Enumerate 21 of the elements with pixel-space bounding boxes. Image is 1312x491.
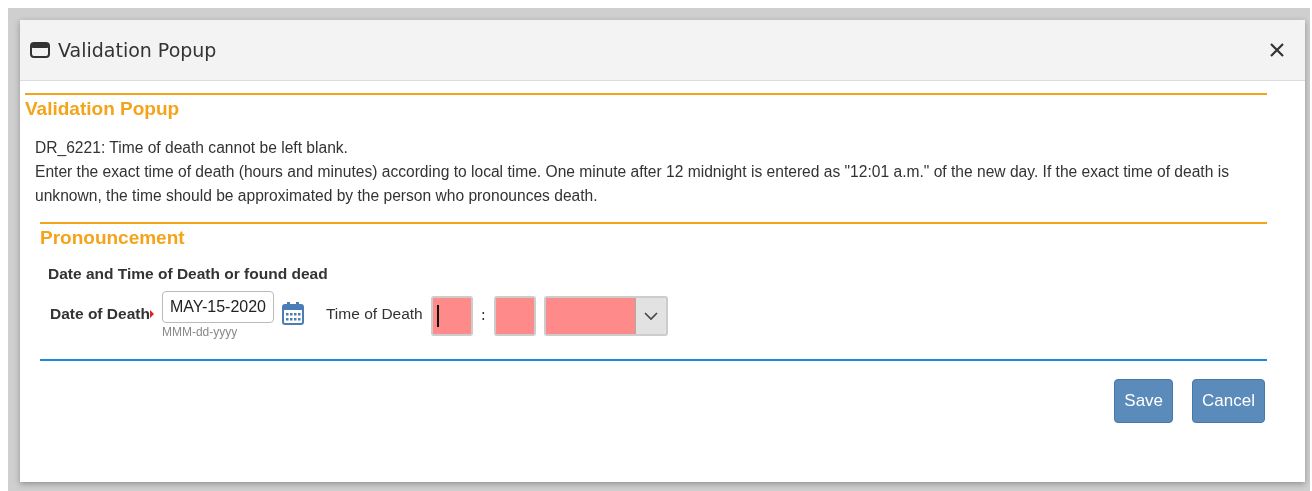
text-cursor — [436, 305, 439, 327]
dropdown-field[interactable] — [543, 296, 668, 336]
time-separator: : — [480, 306, 486, 324]
chevron-down-icon — [643, 311, 658, 321]
section-heading: Validation Popup — [25, 98, 181, 120]
group-label: Date and Time of Death or found dead — [48, 265, 329, 283]
section-heading: Pronouncement — [40, 227, 186, 249]
window-icon — [30, 42, 50, 58]
input-field[interactable] — [430, 296, 473, 336]
date-field[interactable]: MAY-15-2020 — [161, 291, 274, 323]
dialog-button[interactable]: Save — [1114, 379, 1174, 423]
validation-message: DR_6221: Time of death cannot be left blank. — [35, 138, 349, 158]
calendar-icon[interactable] — [281, 301, 304, 325]
dialog-title: Validation Popup — [58, 39, 218, 61]
field-label: Time of Death — [325, 305, 423, 323]
close-icon — [1269, 42, 1285, 58]
validation-message: Enter the exact time of death (hours and minutes) according to local time. One minute after 12 midnight is entered as "12:01 a.m." of the new day. If the exact time of death is unknown, the time should be approximated by the person who pronounces death. — [35, 162, 1230, 206]
dialog-button[interactable]: Cancel — [1192, 379, 1265, 423]
field-label: Date of Death — [50, 305, 150, 323]
input-field[interactable] — [493, 296, 536, 336]
format-hint: MMM-dd-yyyy — [161, 325, 239, 339]
